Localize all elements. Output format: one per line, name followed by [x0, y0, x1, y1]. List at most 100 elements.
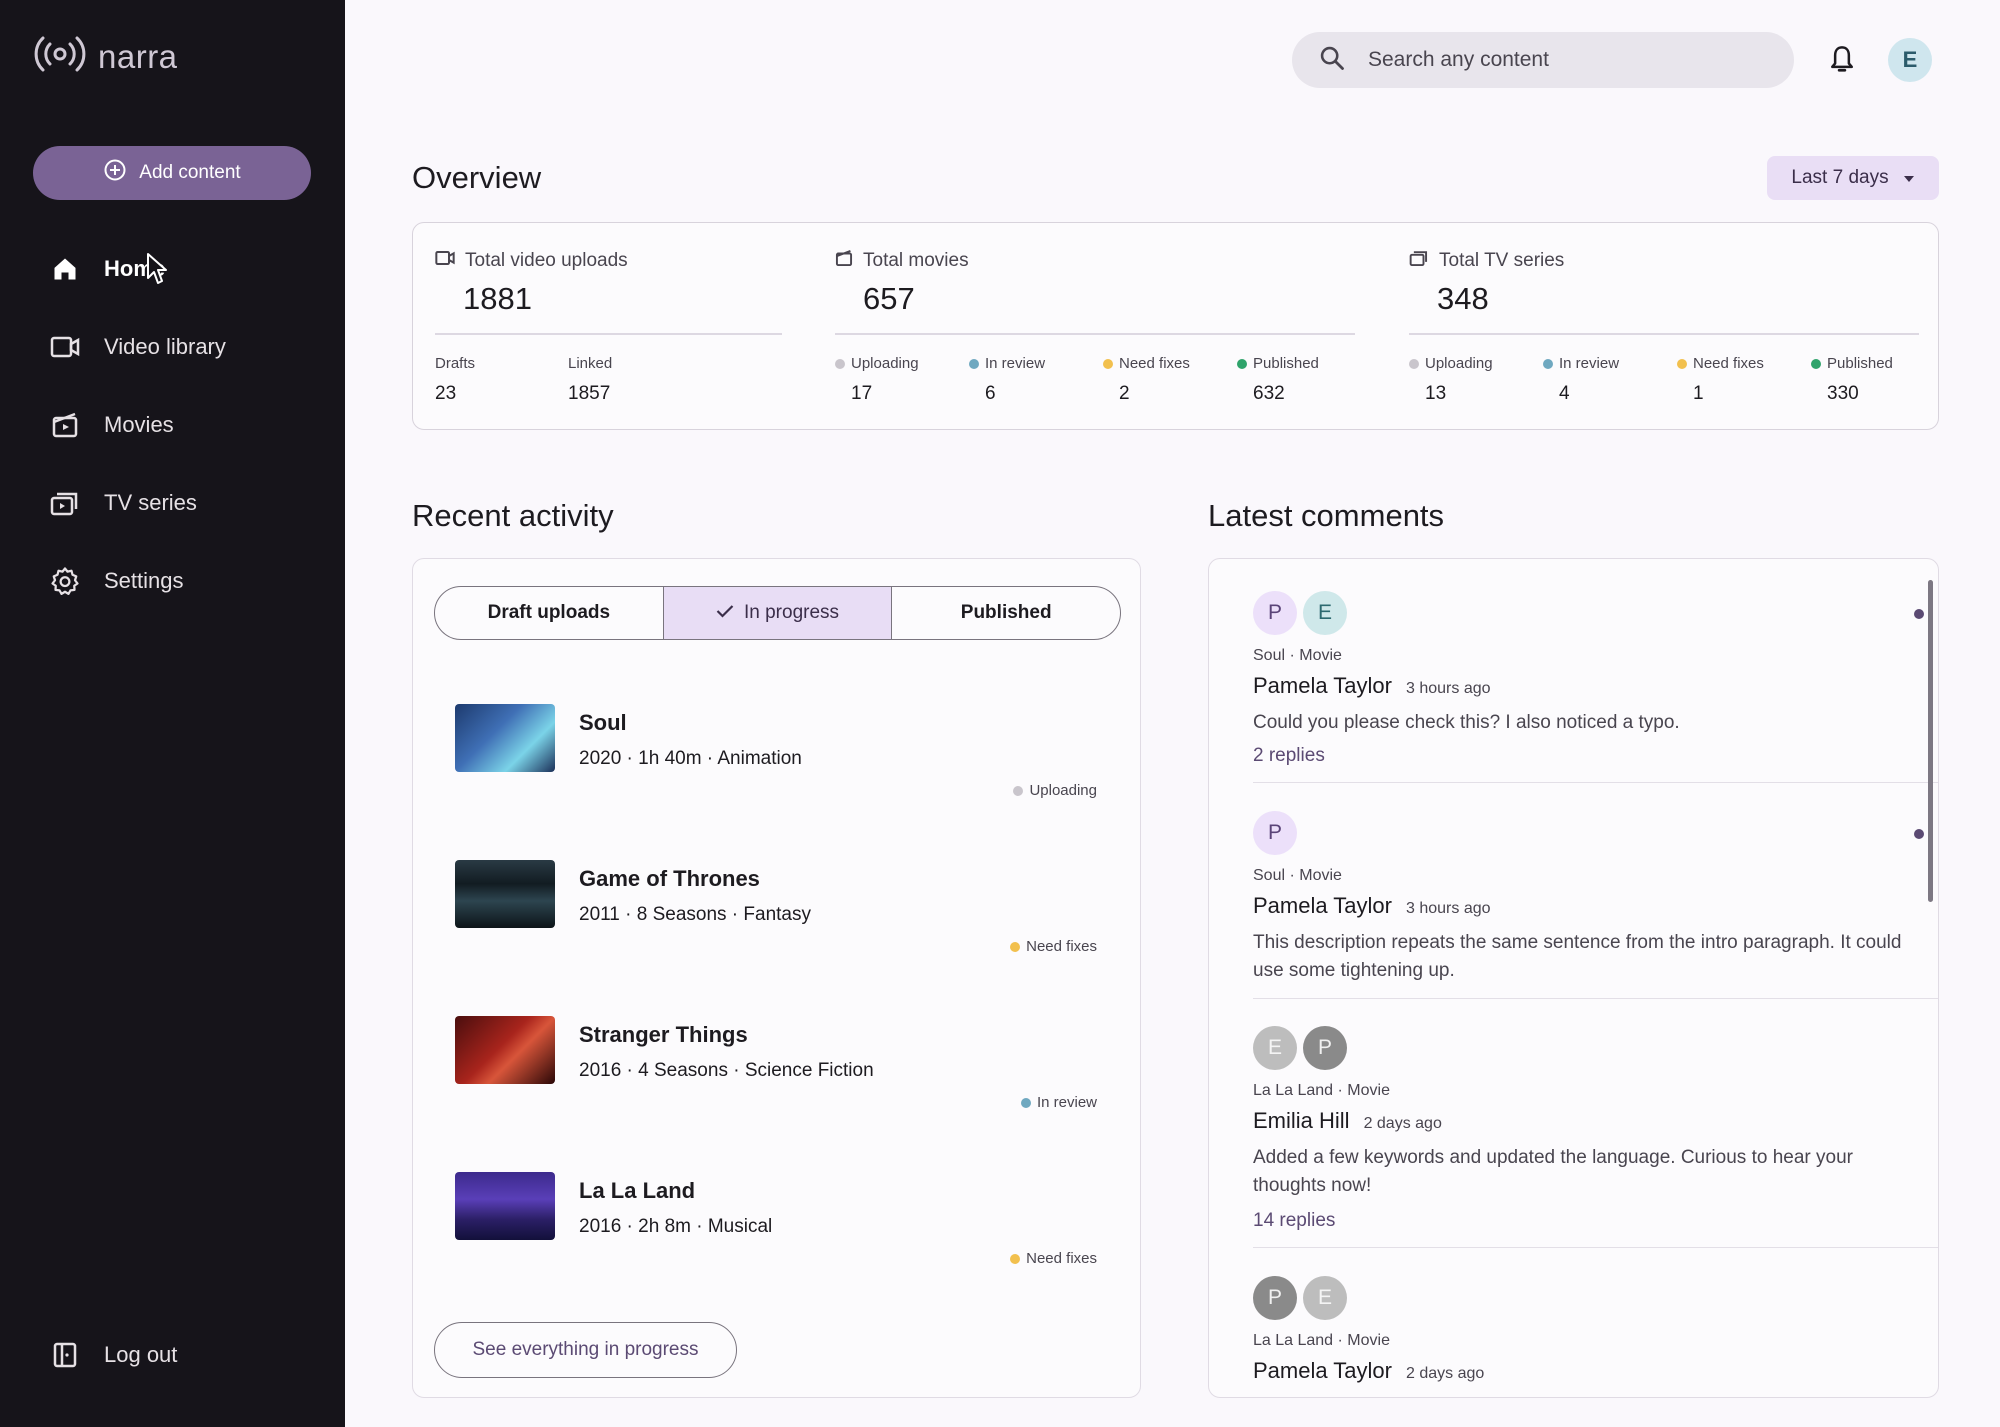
status-badge: Need fixes [1010, 1250, 1097, 1267]
search-bar[interactable] [1292, 32, 1794, 88]
logout-icon [50, 1340, 80, 1370]
comment-author: Pamela Taylor [1253, 1358, 1392, 1383]
movies-uploading-label: Uploading [835, 355, 919, 372]
divider [1409, 333, 1919, 335]
status-label: Uploading [1425, 355, 1493, 372]
replies-link[interactable]: 14 replies [1253, 1210, 1335, 1232]
movie-icon [50, 410, 80, 440]
activity-item[interactable]: La La Land 2016 · 2h 8m · Musical Need f… [413, 1160, 1141, 1315]
bell-icon [1828, 46, 1856, 80]
status-dot [1811, 358, 1821, 369]
avatar-group: P E [1253, 591, 1347, 635]
status-label: Need fixes [1026, 1250, 1097, 1267]
tab-in-progress[interactable]: In progress [663, 587, 893, 639]
status-dot [1013, 785, 1024, 796]
status-label: Uploading [1029, 782, 1097, 799]
status-dot [969, 358, 979, 369]
add-content-button[interactable]: Add content [33, 146, 311, 200]
comment-time: 3 hours ago [1406, 900, 1491, 917]
uploads-label-text: Total video uploads [465, 250, 628, 271]
avatar-group: P [1253, 811, 1297, 855]
item-meta: 2016 · 2h 8m · Musical [579, 1216, 773, 1237]
brand-logo[interactable]: narra [32, 34, 178, 79]
see-everything-button[interactable]: See everything in progress [434, 1322, 737, 1378]
sidebar-item-home[interactable]: Home [0, 230, 345, 308]
comment-text: Could you please check this? I also noti… [1253, 712, 1680, 733]
comments-scrollbar[interactable] [1928, 580, 1933, 902]
tv-icon [50, 488, 80, 518]
sidebar-item-tv-series[interactable]: TV series [0, 464, 345, 542]
drafts-label: Drafts [435, 355, 476, 372]
movie-icon [835, 249, 853, 273]
user-avatar[interactable]: E [1888, 38, 1932, 82]
sidebar-item-movies[interactable]: Movies [0, 386, 345, 464]
replies-link[interactable]: 2 replies [1253, 745, 1325, 767]
video-icon [435, 249, 455, 273]
comment-time: 2 days ago [1406, 1365, 1485, 1382]
comment-item[interactable]: P E Soul · Movie Pamela Taylor 3 hours a… [1253, 591, 1938, 783]
item-title: Soul [579, 710, 627, 735]
activity-item[interactable]: Stranger Things 2016 · 4 Seasons · Scien… [413, 1004, 1141, 1159]
poster-thumbnail [455, 704, 555, 772]
tv-published-label: Published [1811, 355, 1893, 372]
home-icon [50, 254, 80, 284]
tv-uploading-label: Uploading [1409, 355, 1493, 372]
movies-in-review-count: 6 [985, 383, 996, 404]
sidebar-item-label: Settings [104, 568, 184, 593]
status-label: Need fixes [1693, 355, 1764, 372]
notifications-button[interactable] [1828, 44, 1856, 81]
unread-dot [1914, 609, 1924, 619]
comment-header: Pamela Taylor 3 hours ago [1253, 673, 1491, 699]
comment-item[interactable]: E P La La Land · Movie Emilia Hill 2 day… [1253, 1026, 1938, 1248]
status-label: Published [1253, 355, 1319, 372]
avatar: P [1253, 1276, 1297, 1320]
date-range-value: Last 7 days [1791, 167, 1889, 188]
item-meta: 2011 · 8 Seasons · Fantasy [579, 904, 811, 925]
logout-button[interactable]: Log out [50, 1340, 177, 1370]
movies-published-count: 632 [1253, 383, 1285, 404]
status-label: Need fixes [1026, 938, 1097, 955]
tab-label: Draft uploads [487, 602, 611, 623]
tv-need-fixes-count: 1 [1693, 383, 1704, 404]
latest-comments-title: Latest comments [1208, 498, 1445, 533]
comment-item[interactable]: P Soul · Movie Pamela Taylor 3 hours ago… [1253, 811, 1938, 999]
add-content-label: Add content [139, 162, 241, 183]
avatar: E [1303, 591, 1347, 635]
sidebar-item-label: Movies [104, 412, 174, 437]
status-dot [1010, 1253, 1021, 1264]
status-label: Need fixes [1119, 355, 1190, 372]
comment-author: Emilia Hill [1253, 1108, 1350, 1133]
tab-label: Published [960, 602, 1052, 623]
movies-label-text: Total movies [863, 250, 969, 271]
status-dot [1543, 358, 1553, 369]
comment-item[interactable]: P E La La Land · Movie Pamela Taylor 2 d… [1253, 1276, 1938, 1397]
date-range-select[interactable]: Last 7 days [1767, 156, 1939, 200]
uploads-stat-label: Total video uploads [435, 249, 628, 273]
poster-thumbnail [455, 1172, 555, 1240]
drafts-count: 23 [435, 383, 457, 404]
item-title: La La Land [579, 1178, 696, 1203]
gear-icon [50, 566, 80, 596]
comment-text: This description repeats the same senten… [1253, 932, 1902, 981]
activity-item[interactable]: Soul 2020 · 1h 40m · Animation Uploading [413, 692, 1141, 847]
caret-down-icon [1903, 167, 1915, 189]
unread-dot [1914, 829, 1924, 839]
tab-draft-uploads[interactable]: Draft uploads [435, 587, 664, 639]
sidebar-item-settings[interactable]: Settings [0, 542, 345, 620]
tv-need-fixes-label: Need fixes [1677, 355, 1764, 372]
tv-stat-label: Total TV series [1409, 249, 1564, 273]
avatar: E [1253, 1026, 1297, 1070]
sidebar-item-video-library[interactable]: Video library [0, 308, 345, 386]
activity-item[interactable]: Game of Thrones 2011 · 8 Seasons · Fanta… [413, 848, 1141, 1003]
comment-source: Soul · Movie [1253, 867, 1342, 884]
comment-time: 3 hours ago [1406, 680, 1491, 697]
tab-published[interactable]: Published [892, 587, 1120, 639]
tv-total: 348 [1437, 281, 1489, 316]
divider [835, 333, 1355, 335]
status-dot [835, 358, 845, 369]
sidebar: narra Add content Home Video library Mov… [0, 0, 345, 1427]
search-input[interactable] [1368, 48, 1768, 72]
tv-icon [1409, 249, 1429, 273]
status-label: In review [1036, 1094, 1097, 1111]
comment-author: Pamela Taylor [1253, 673, 1392, 698]
